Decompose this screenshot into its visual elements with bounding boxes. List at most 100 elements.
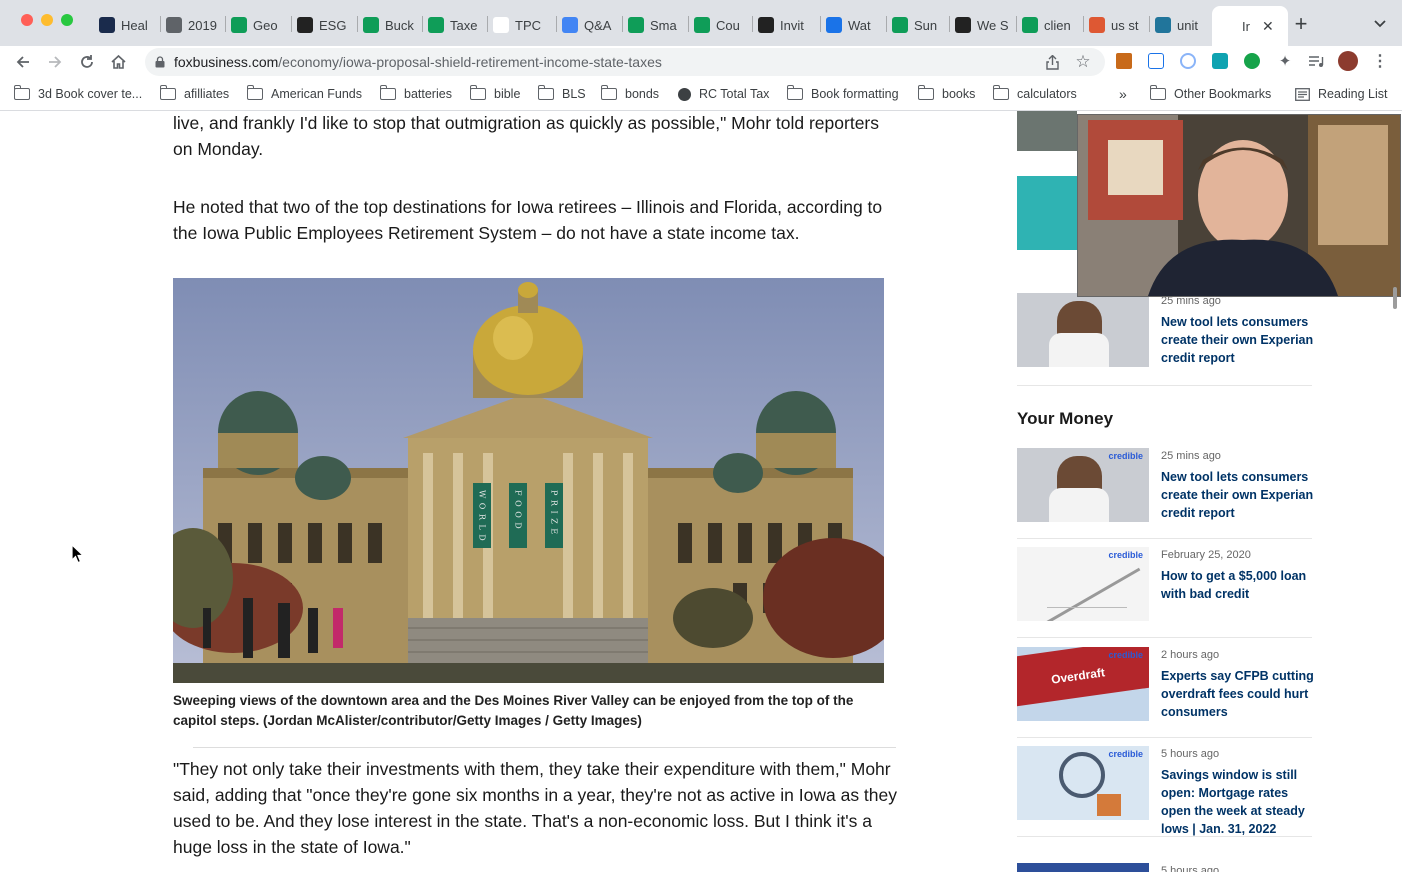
bookmark-item[interactable]: batteries <box>379 84 452 104</box>
wsj-icon <box>297 17 313 33</box>
extension-orange-icon[interactable] <box>1116 53 1132 69</box>
tab[interactable]: Wat <box>826 10 884 40</box>
divider <box>1017 637 1312 638</box>
article-thumbnail[interactable]: credible <box>1017 547 1149 621</box>
tab[interactable]: Taxe <box>428 10 486 40</box>
article-thumbnail[interactable]: credible <box>1017 746 1149 820</box>
bookmark-item[interactable]: 3d Book cover te... <box>13 84 142 104</box>
extension-translate-icon[interactable] <box>1148 53 1164 69</box>
extension-circle-icon[interactable] <box>1180 53 1196 69</box>
menu-kebab-icon[interactable]: ⋮ <box>1371 52 1389 70</box>
bookmark-item[interactable]: bonds <box>600 84 660 104</box>
tab[interactable]: unit <box>1155 10 1213 40</box>
wsj-icon <box>955 17 971 33</box>
bookmarks-overflow-button[interactable]: » <box>1119 84 1127 104</box>
article-headline-link[interactable]: New tool lets consumers create their own… <box>1161 468 1317 522</box>
tab[interactable]: Geo <box>231 10 289 40</box>
extension-cloud-icon[interactable] <box>1212 53 1228 69</box>
forward-arrow-icon[interactable] <box>44 51 66 73</box>
article-time: 25 mins ago <box>1161 450 1221 462</box>
tab[interactable]: Cou <box>694 10 752 40</box>
bookmark-item[interactable]: bible <box>469 84 520 104</box>
bookmark-label: books <box>942 87 976 101</box>
divider <box>1017 385 1312 386</box>
tab[interactable]: Invit <box>758 10 816 40</box>
hc-icon <box>99 17 115 33</box>
tab[interactable]: TPC <box>493 10 551 40</box>
article-paragraph: "They not only take their investments wi… <box>173 759 898 857</box>
lock-icon[interactable] <box>154 55 166 69</box>
bookmark-label: bonds <box>625 87 660 101</box>
folder-icon <box>159 85 176 100</box>
tab[interactable]: ESG <box>297 10 355 40</box>
tab[interactable]: Sma <box>628 10 686 40</box>
reading-list-button[interactable]: Reading List <box>1295 84 1388 104</box>
divider <box>193 747 896 748</box>
back-arrow-icon[interactable] <box>12 51 34 73</box>
article-headline-link[interactable]: New tool lets consumers create their own… <box>1161 313 1317 367</box>
article-headline-link[interactable]: Experts say CFPB cutting overdraft fees … <box>1161 667 1317 721</box>
share-icon[interactable] <box>1043 53 1061 71</box>
bookmark-label: RC Total Tax <box>699 87 770 101</box>
bookmark-item[interactable]: American Funds <box>246 84 362 104</box>
other-bookmarks-folder[interactable]: Other Bookmarks <box>1149 84 1271 104</box>
sidebar-partial-thumb[interactable] <box>1017 176 1077 250</box>
sheets-plus-icon <box>428 17 444 33</box>
close-window-button[interactable] <box>21 14 33 26</box>
url-text[interactable]: foxbusiness.com/economy/iowa-proposal-sh… <box>174 54 662 70</box>
tab[interactable]: clien <box>1022 10 1080 40</box>
tab[interactable]: Sun <box>892 10 950 40</box>
close-icon[interactable]: ✕ <box>1262 18 1274 35</box>
bookmark-item[interactable]: RC Total Tax <box>678 84 769 104</box>
webcam-overlay <box>1077 114 1401 297</box>
tab-label: Geo <box>253 17 278 33</box>
tab-search-chevron-icon[interactable] <box>1370 14 1390 34</box>
scrollbar-thumb[interactable] <box>1393 287 1397 309</box>
tab[interactable]: Ir ✕ <box>1212 6 1288 46</box>
bookmark-star-icon[interactable]: ☆ <box>1074 52 1092 71</box>
tab[interactable]: Buck <box>363 10 421 40</box>
sidebar-partial-thumb[interactable] <box>1017 111 1077 151</box>
bookmark-item[interactable]: books <box>917 84 976 104</box>
address-bar[interactable]: foxbusiness.com/economy/iowa-proposal-sh… <box>145 48 1105 76</box>
sheets-plus-icon <box>892 17 908 33</box>
tab[interactable]: We S <box>955 10 1013 40</box>
new-tab-button[interactable]: + <box>1290 11 1312 36</box>
bookmark-item[interactable]: Book formatting <box>786 84 899 104</box>
profile-avatar[interactable] <box>1338 51 1358 71</box>
extensions-puzzle-icon[interactable]: ✦ <box>1276 52 1294 70</box>
minimize-window-button[interactable] <box>41 14 53 26</box>
media-queue-icon[interactable] <box>1307 52 1325 70</box>
tab[interactable]: 2019 <box>166 10 224 40</box>
folder-icon <box>469 85 486 100</box>
tab-separator <box>688 16 689 32</box>
bookmark-item[interactable]: calculators <box>992 84 1077 104</box>
tab[interactable]: Heal <box>99 10 157 40</box>
tab-separator <box>357 16 358 32</box>
article-headline-link[interactable]: Savings window is still open: Mortgage r… <box>1161 766 1317 838</box>
tab-label: ESG <box>319 17 347 33</box>
extension-green-icon[interactable] <box>1244 53 1260 69</box>
sheets-plus-icon <box>694 17 710 33</box>
tab-label: clien <box>1044 17 1071 33</box>
tab[interactable]: Q&A <box>562 10 620 40</box>
article-thumbnail[interactable] <box>1017 293 1149 367</box>
bookmark-label: BLS <box>562 87 586 101</box>
tab-separator <box>622 16 623 32</box>
bookmark-item[interactable]: BLS <box>537 84 586 104</box>
article-thumbnail[interactable]: Overdraft credible <box>1017 647 1149 721</box>
bookmark-item[interactable]: afilliates <box>159 84 229 104</box>
article-headline-link[interactable]: How to get a $5,000 loan with bad credit <box>1161 567 1317 603</box>
globe-icon <box>166 17 182 33</box>
sheets-plus-icon <box>231 17 247 33</box>
reload-icon[interactable] <box>76 51 98 73</box>
section-title-your-money[interactable]: Your Money <box>1017 409 1113 429</box>
tab[interactable]: us st <box>1089 10 1147 40</box>
article-thumbnail[interactable] <box>1017 863 1149 872</box>
mouse-cursor-icon <box>71 544 85 564</box>
maximize-window-button[interactable] <box>61 14 73 26</box>
article-thumbnail[interactable]: credible <box>1017 448 1149 522</box>
home-icon[interactable] <box>107 51 129 73</box>
sheets-plus-icon <box>363 17 379 33</box>
tab-separator <box>886 16 887 32</box>
